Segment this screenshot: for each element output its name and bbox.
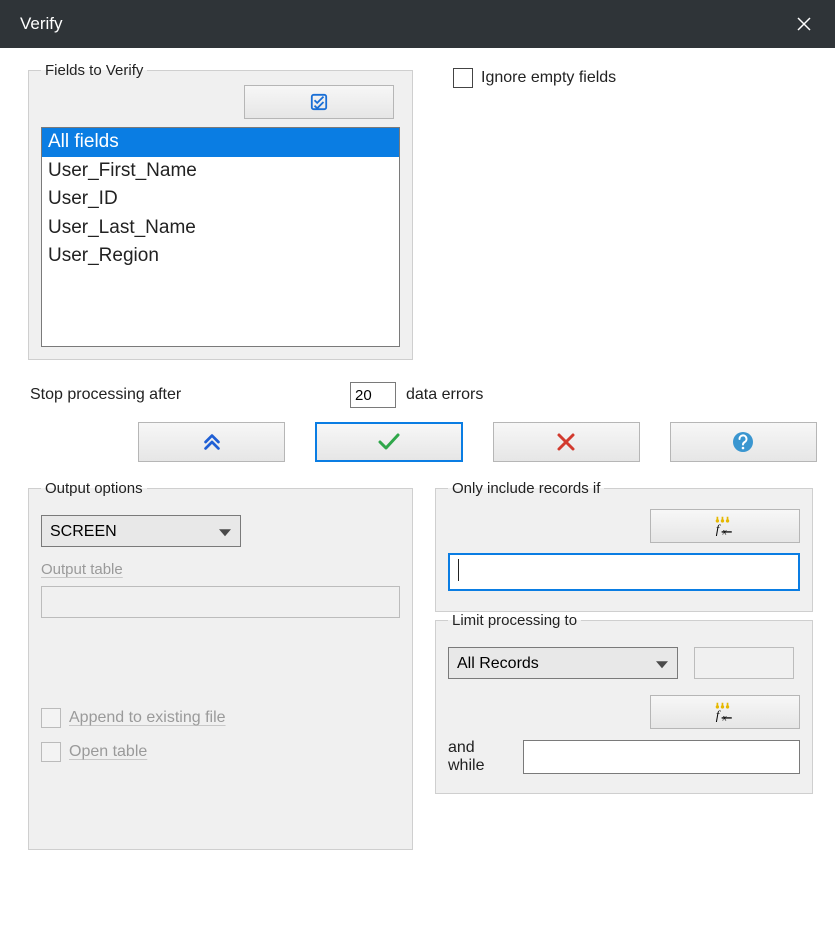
select-all-fields-button[interactable] [244, 85, 394, 119]
limit-legend: Limit processing to [448, 612, 581, 629]
field-item[interactable]: User_Last_Name [42, 214, 399, 243]
include-records-group: Only include records if f x [435, 480, 813, 612]
output-table-label: Output table [41, 561, 123, 578]
andwhile-expression-builder-button[interactable]: f x [650, 695, 800, 729]
fields-legend: Fields to Verify [41, 62, 147, 79]
ignore-empty-row: Ignore empty fields [453, 62, 616, 88]
stop-errors-input[interactable] [350, 382, 396, 408]
cancel-button[interactable] [493, 422, 640, 462]
text-cursor [458, 559, 459, 581]
limit-n-input [694, 647, 794, 679]
include-expression-input[interactable] [448, 553, 800, 591]
chevron-double-up-icon [201, 431, 223, 453]
limit-processing-group: Limit processing to All Records [435, 612, 813, 794]
open-table-label: Open table [69, 743, 147, 761]
svg-text:f: f [716, 709, 721, 722]
field-item[interactable]: All fields [42, 128, 399, 157]
andwhile-label: and while [448, 739, 509, 775]
window-title: Verify [20, 14, 63, 34]
ok-button[interactable] [315, 422, 462, 462]
output-options-legend: Output options [41, 480, 147, 497]
append-label: Append to existing file [69, 709, 226, 727]
field-item[interactable]: User_ID [42, 185, 399, 214]
select-all-icon [310, 93, 328, 111]
limit-scope-select[interactable]: All Records [448, 647, 678, 679]
include-legend: Only include records if [448, 480, 604, 497]
output-table-input [41, 586, 400, 618]
check-icon [377, 432, 401, 452]
open-table-row: Open table [41, 742, 400, 762]
help-icon [732, 431, 754, 453]
close-icon [797, 17, 811, 31]
stop-processing-row: Stop processing after data errors [30, 382, 817, 408]
andwhile-input[interactable] [523, 740, 800, 774]
fields-listbox[interactable]: All fields User_First_Name User_ID User_… [41, 127, 400, 347]
stop-before-label: Stop processing after [30, 386, 340, 404]
titlebar: Verify [0, 0, 835, 48]
help-button[interactable] [670, 422, 817, 462]
stop-after-label: data errors [406, 386, 483, 404]
action-buttons [28, 422, 817, 462]
append-row: Append to existing file [41, 708, 400, 728]
svg-text:f: f [716, 523, 721, 536]
close-button[interactable] [791, 11, 817, 37]
include-expression-builder-button[interactable]: f x [650, 509, 800, 543]
x-icon [556, 432, 576, 452]
fx-icon: f x [714, 702, 736, 722]
ignore-empty-label: Ignore empty fields [481, 69, 616, 87]
append-checkbox [41, 708, 61, 728]
open-table-checkbox [41, 742, 61, 762]
output-options-group: Output options SCREEN Output table Appen… [28, 480, 413, 850]
collapse-button[interactable] [138, 422, 285, 462]
field-item[interactable]: User_First_Name [42, 157, 399, 186]
fx-icon: f x [714, 516, 736, 536]
fields-to-verify-group: Fields to Verify All fields User_First_N… [28, 62, 413, 360]
output-destination-select[interactable]: SCREEN [41, 515, 241, 547]
field-item[interactable]: User_Region [42, 242, 399, 271]
ignore-empty-checkbox[interactable] [453, 68, 473, 88]
